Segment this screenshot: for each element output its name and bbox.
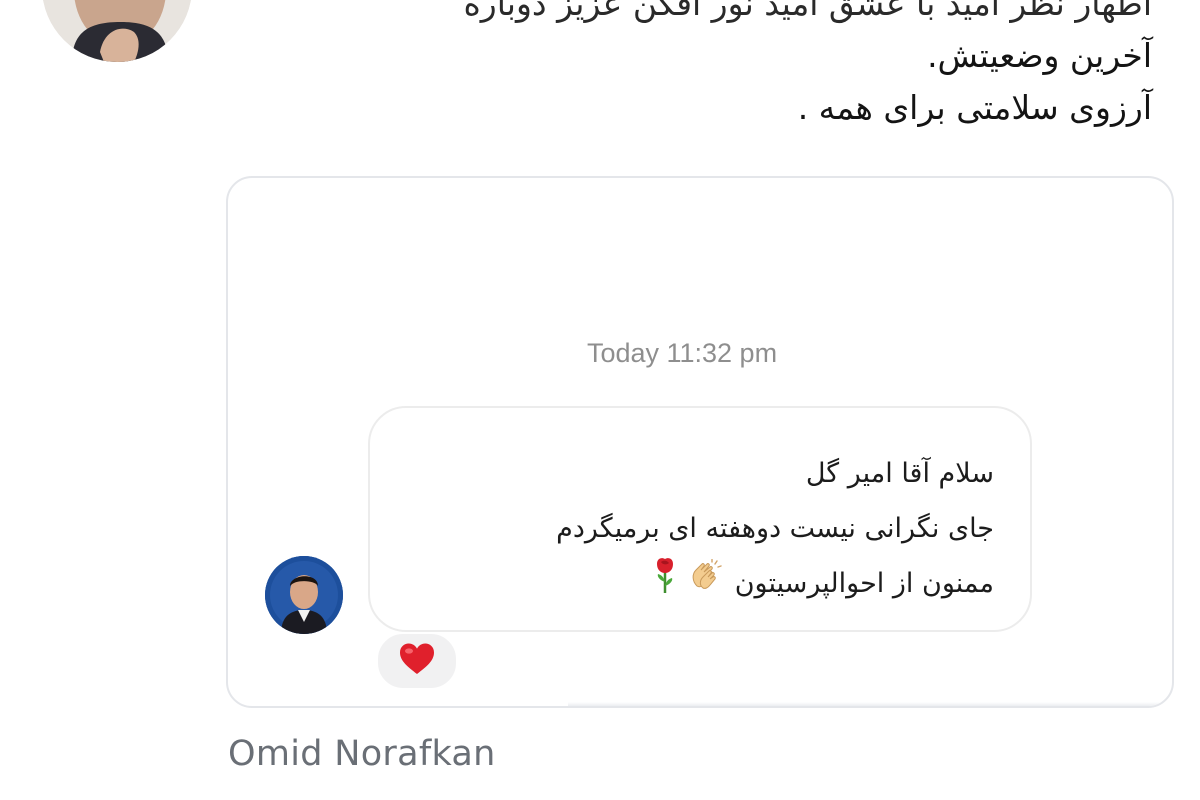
person-portrait-icon <box>265 556 343 634</box>
reaction-badge[interactable] <box>376 632 458 690</box>
embedded-dm-screenshot[interactable]: Today 11:32 pm سلام آقا امیر گل جای نگرا… <box>226 176 1174 708</box>
person-portrait-icon <box>42 0 192 62</box>
message-timestamp: Today 11:32 pm <box>586 338 778 368</box>
tweet-author-avatar[interactable] <box>42 0 192 62</box>
message-line: سلام آقا امیر گل <box>805 458 994 489</box>
message-line: ممنون از احوالپرسیتون <box>734 568 994 599</box>
tweet-line: اطهار نظر امید با عشق امید نور افکن عزیز… <box>463 0 1153 23</box>
clapping-hands-icon <box>688 557 722 612</box>
tweet-line: آرزوی سلامتی برای همه . <box>797 88 1152 127</box>
card-divider <box>568 702 1172 706</box>
message-line-with-emoji: ممنون از احوالپرسیتون <box>556 556 994 613</box>
message-bubble[interactable]: سلام آقا امیر گل جای نگرانی نیست دوهفته … <box>368 406 1032 632</box>
rose-icon <box>654 556 676 613</box>
message-line: جای نگرانی نیست دوهفته ای برمیگردم <box>556 513 994 544</box>
heart-icon <box>398 642 436 680</box>
tweet-text: اطهار نظر امید با عشق امید نور افکن عزیز… <box>252 0 1153 134</box>
tweet-line: آخرین وضعیتش. <box>927 36 1152 75</box>
sender-avatar[interactable] <box>265 556 343 634</box>
author-name-caption: Omid Norafkan <box>228 734 496 774</box>
message-text: سلام آقا امیر گل جای نگرانی نیست دوهفته … <box>556 446 994 613</box>
